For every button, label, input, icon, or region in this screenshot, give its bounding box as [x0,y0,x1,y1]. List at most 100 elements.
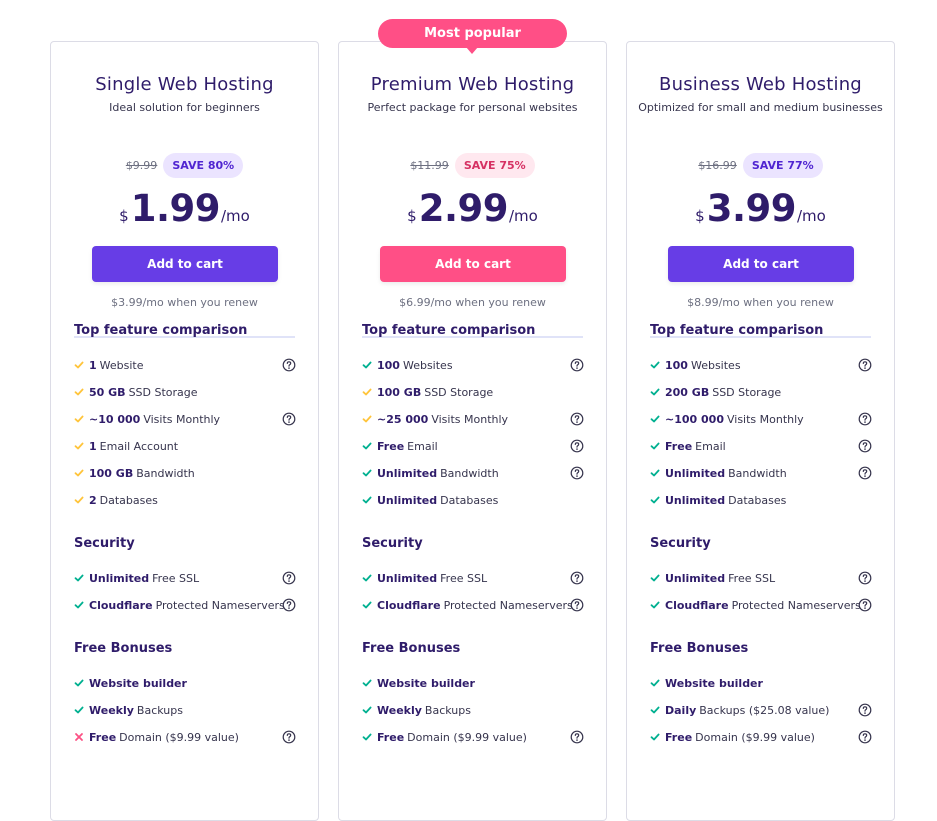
cross-icon [74,732,84,742]
feature-item: Cloudflare Protected Nameservers [650,596,872,614]
old-price: $9.99 [125,159,158,172]
feature-text: Visits Monthly [431,412,509,426]
check-icon [650,387,660,397]
help-icon[interactable] [858,439,872,453]
feature-item: Website builder [74,674,296,692]
feature-highlight: Weekly [377,703,422,717]
help-icon[interactable] [282,598,296,612]
currency-symbol: $ [695,207,705,225]
help-icon[interactable] [570,598,584,612]
help-icon[interactable] [282,358,296,372]
help-icon[interactable] [570,730,584,744]
help-icon[interactable] [858,358,872,372]
most-popular-badge: Most popular [378,19,567,54]
feature-highlight: Website builder [89,676,187,690]
feature-item: ~10 000 Visits Monthly [74,410,296,428]
renew-price: $3.99/mo when you renew [111,296,258,309]
help-icon[interactable] [570,439,584,453]
feature-text: Bandwidth [136,466,195,480]
feature-highlight: ~25 000 [377,412,429,426]
help-icon[interactable] [858,466,872,480]
feature-highlight: Cloudflare [89,598,153,612]
add-to-cart-button[interactable]: Add to cart [92,246,278,282]
check-icon [650,441,660,451]
feature-highlight: 1 [89,439,97,453]
save-badge: SAVE 75% [454,153,535,178]
feature-text: Domain ($9.99 value) [119,730,239,744]
feature-highlight: 50 GB [89,385,126,399]
feature-item: Free Domain ($9.99 value) [74,728,296,746]
add-to-cart-button[interactable]: Add to cart [380,246,566,282]
feature-highlight: Unlimited [665,466,726,480]
feature-highlight: Cloudflare [665,598,729,612]
feature-item: Free Email [650,437,872,455]
plan-subtitle: Perfect package for personal websites [367,101,578,114]
feature-item: Free Domain ($9.99 value) [362,728,584,746]
check-icon [362,678,372,688]
help-icon[interactable] [858,571,872,585]
check-icon [362,360,372,370]
help-icon[interactable] [858,598,872,612]
check-icon [74,414,84,424]
section-title: Top feature comparison [362,323,536,338]
check-icon [362,732,372,742]
add-to-cart-button[interactable]: Add to cart [668,246,854,282]
plan-subtitle: Ideal solution for beginners [109,101,260,114]
price-discount-row: $11.99 SAVE 75% [339,153,606,178]
check-icon [650,495,660,505]
help-icon[interactable] [570,571,584,585]
feature-highlight: Unlimited [377,493,438,507]
section-title: Top feature comparison [650,323,824,338]
feature-item: 200 GB SSD Storage [650,383,872,401]
feature-highlight: Weekly [89,703,134,717]
plan-title: Single Web Hosting [95,74,274,95]
feature-highlight: ~100 000 [665,412,724,426]
feature-item: Unlimited Bandwidth [650,464,872,482]
price: $ 1.99 /mo [51,187,318,230]
feature-text: Databases [440,493,499,507]
feature-item: Weekly Backups [74,701,296,719]
help-icon[interactable] [570,412,584,426]
feature-text: Protected Nameservers [155,598,285,612]
feature-item: ~25 000 Visits Monthly [362,410,584,428]
feature-item: Cloudflare Protected Nameservers [74,596,296,614]
feature-item: Unlimited Free SSL [74,569,296,587]
help-icon[interactable] [570,466,584,480]
plan-card-1: Single Web Hosting Ideal solution for be… [50,41,319,821]
price-discount-row: $9.99 SAVE 80% [51,153,318,178]
feature-highlight: Free [377,730,405,744]
feature-item: 100 Websites [362,356,584,374]
feature-item: Unlimited Free SSL [650,569,872,587]
help-icon[interactable] [282,412,296,426]
old-price: $11.99 [410,159,449,172]
help-icon[interactable] [858,730,872,744]
feature-item: ~100 000 Visits Monthly [650,410,872,428]
price: $ 2.99 /mo [339,187,606,230]
help-icon[interactable] [282,571,296,585]
feature-item: Daily Backups ($25.08 value) [650,701,872,719]
feature-item: 1 Email Account [74,437,296,455]
section-title: Security [650,536,711,551]
help-icon[interactable] [858,412,872,426]
check-icon [362,387,372,397]
feature-item: 100 Websites [650,356,872,374]
feature-item: 50 GB SSD Storage [74,383,296,401]
help-icon[interactable] [282,730,296,744]
feature-item: 100 GB SSD Storage [362,383,584,401]
price-discount-row: $16.99 SAVE 77% [627,153,894,178]
feature-text: Email Account [99,439,179,453]
feature-highlight: Free [89,730,117,744]
check-icon [650,468,660,478]
check-icon [650,678,660,688]
feature-text: SSD Storage [712,385,782,399]
check-icon [362,705,372,715]
feature-text: SSD Storage [424,385,494,399]
feature-item: 100 GB Bandwidth [74,464,296,482]
save-badge: SAVE 80% [163,153,244,178]
feature-text: Bandwidth [728,466,787,480]
help-icon[interactable] [570,358,584,372]
price-amount: 2.99 [418,187,509,230]
feature-highlight: 100 [377,358,400,372]
check-icon [74,705,84,715]
help-icon[interactable] [858,703,872,717]
